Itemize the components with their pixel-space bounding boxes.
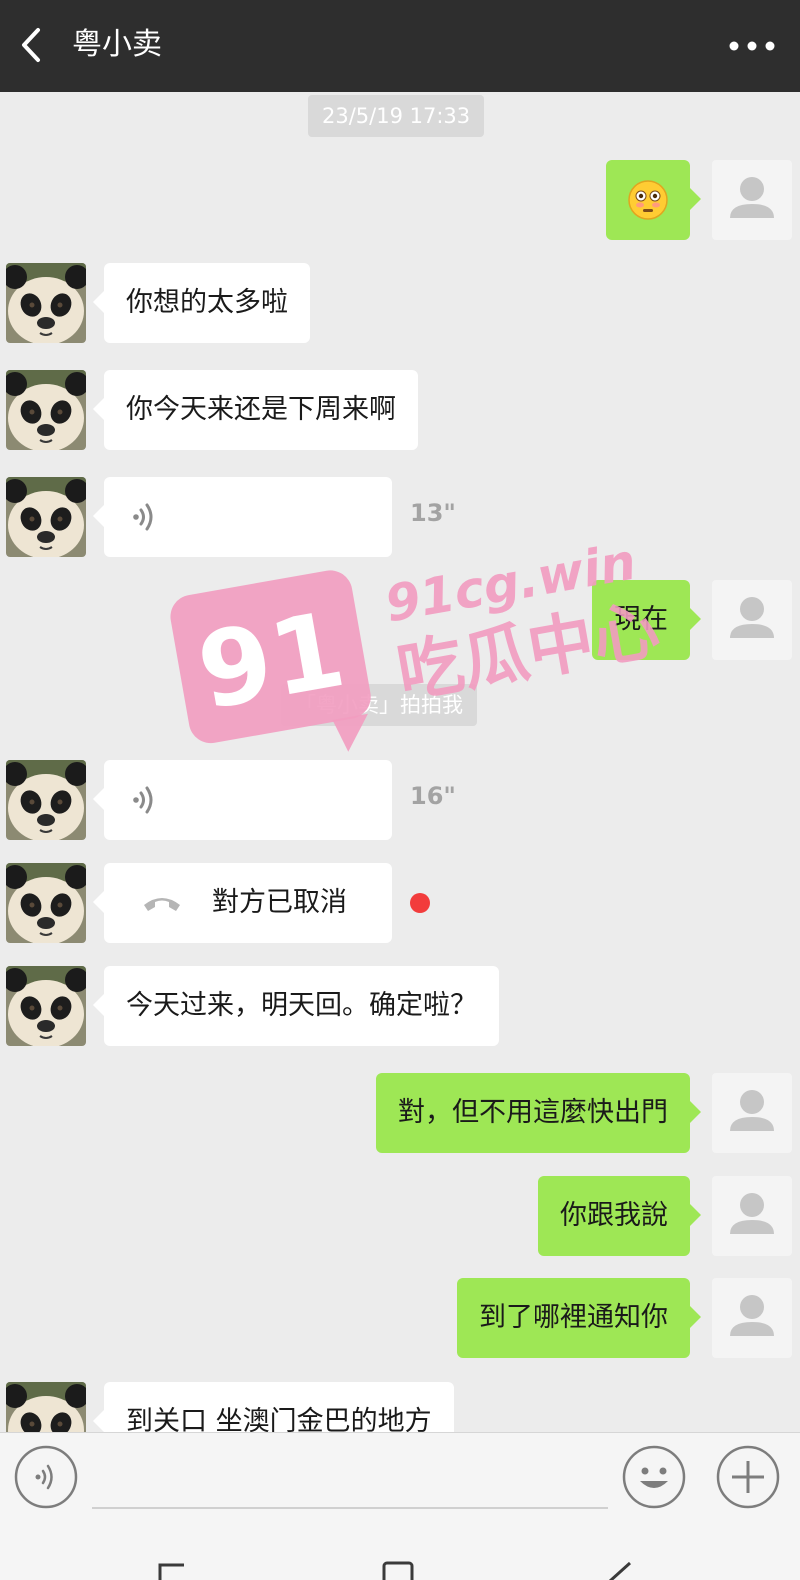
message-text: 你跟我說 [560, 1200, 668, 1231]
message-input[interactable] [92, 1449, 608, 1509]
phone-handset-icon [144, 898, 180, 911]
my-avatar[interactable] [712, 1278, 792, 1358]
chat-header: 粤小卖 [0, 0, 800, 92]
voice-toggle-icon [14, 1445, 78, 1509]
call-record[interactable]: 對方已取消 [93, 863, 392, 943]
panda-avatar [6, 263, 86, 343]
message-timestamp: 23/5/19 17:33 [308, 95, 485, 137]
message-text: 你想的太多啦 [126, 287, 288, 318]
voice-wave-icon [133, 786, 153, 814]
voice-message[interactable] [93, 477, 392, 557]
message-bubble-out[interactable]: 現在 [592, 580, 701, 660]
input-bar [0, 1432, 800, 1580]
contact-avatar[interactable] [6, 863, 86, 943]
more-functions-button[interactable] [716, 1445, 780, 1509]
message-bubble-in[interactable]: 今天过来，明天回。确定啦？ [93, 966, 499, 1046]
panda-avatar [6, 1382, 86, 1432]
message-text: 對，但不用這麼快出門 [398, 1097, 668, 1128]
more-button[interactable] [724, 26, 780, 66]
default-user-icon [730, 1295, 774, 1336]
message-text: 到关口 坐澳门金巴的地方 [126, 1406, 432, 1432]
panda-avatar [6, 477, 86, 557]
voice-message[interactable] [93, 760, 392, 840]
message-text: 到了哪裡通知你 [479, 1302, 668, 1333]
nav-back-icon[interactable] [150, 1551, 190, 1580]
message-text: 現在 [614, 604, 668, 635]
panda-avatar [6, 370, 86, 450]
voice-duration: 16" [410, 782, 456, 810]
panda-avatar [6, 966, 86, 1046]
contact-avatar[interactable] [6, 760, 86, 840]
my-avatar[interactable] [712, 160, 792, 240]
message-text: 你今天来还是下周来啊 [126, 394, 396, 425]
more-dots-icon [729, 41, 775, 51]
smiley-icon [622, 1445, 686, 1509]
default-user-icon [730, 1090, 774, 1131]
voice-toggle-button[interactable] [14, 1445, 78, 1509]
flushed-face-emoji [628, 180, 668, 220]
default-user-icon [730, 177, 774, 218]
system-notice: 「粤小卖」拍拍我 [281, 684, 477, 726]
chat-title: 粤小卖 [72, 27, 162, 62]
my-avatar[interactable] [712, 1176, 792, 1256]
nav-home-icon[interactable] [378, 1551, 418, 1580]
panda-avatar [6, 760, 86, 840]
contact-avatar[interactable] [6, 477, 86, 557]
chat-area[interactable]: 23/5/19 17:33 你想的太多啦 你今天来还是下周来啊 13" 現在 「… [0, 92, 800, 1432]
plus-icon [716, 1445, 780, 1509]
message-bubble-in[interactable]: 你想的太多啦 [93, 263, 310, 343]
default-user-icon [730, 1193, 774, 1234]
message-bubble-in[interactable]: 到关口 坐澳门金巴的地方 [93, 1382, 454, 1432]
message-bubble-out[interactable]: 你跟我說 [538, 1176, 701, 1256]
contact-avatar[interactable] [6, 966, 86, 1046]
nav-recents-icon[interactable] [604, 1551, 644, 1580]
contact-avatar[interactable] [6, 1382, 86, 1432]
back-button[interactable] [14, 20, 54, 70]
call-status-text: 對方已取消 [212, 887, 347, 918]
message-bubble-in[interactable]: 你今天来还是下周来啊 [93, 370, 418, 450]
message-text: 今天过来，明天回。确定啦？ [126, 990, 477, 1021]
contact-avatar[interactable] [6, 370, 86, 450]
voice-wave-icon [133, 503, 153, 531]
message-bubble-out[interactable] [606, 160, 701, 240]
panda-avatar [6, 863, 86, 943]
voice-duration: 13" [410, 499, 456, 527]
message-bubble-out[interactable]: 對，但不用這麼快出門 [376, 1073, 701, 1153]
my-avatar[interactable] [712, 1073, 792, 1153]
message-bubble-out[interactable]: 到了哪裡通知你 [457, 1278, 701, 1358]
my-avatar[interactable] [712, 580, 792, 660]
emoji-button[interactable] [622, 1445, 686, 1509]
chevron-left-icon [22, 28, 40, 62]
contact-avatar[interactable] [6, 263, 86, 343]
unread-dot [410, 893, 430, 913]
default-user-icon [730, 597, 774, 638]
